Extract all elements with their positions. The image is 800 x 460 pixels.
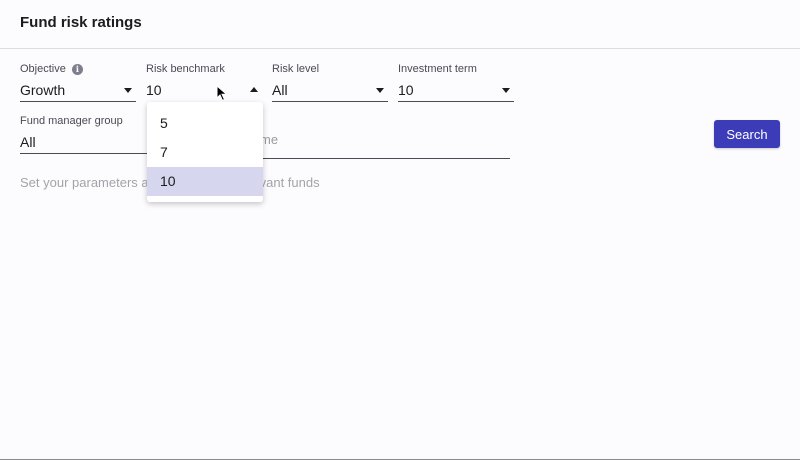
- risk-benchmark-field: Risk benchmark 10: [146, 62, 262, 102]
- risk-benchmark-label: Risk benchmark: [146, 63, 225, 75]
- investment-term-value: 10: [398, 82, 414, 98]
- chevron-down-icon: [124, 88, 132, 93]
- fund-manager-group-value: All: [20, 134, 36, 150]
- fund-risk-ratings-page: Fund risk ratings Objective i Growth Ris…: [0, 0, 800, 460]
- objective-value: Growth: [20, 82, 66, 98]
- dropdown-option-10[interactable]: 10: [147, 167, 263, 196]
- dropdown-option-7[interactable]: 7: [147, 138, 263, 167]
- objective-label-text: Objective: [20, 63, 66, 75]
- chevron-down-icon: [376, 88, 384, 93]
- mouse-cursor-icon: [216, 85, 228, 102]
- risk-benchmark-dropdown: 5 7 10: [147, 102, 263, 202]
- risk-level-label: Risk level: [272, 63, 320, 75]
- page-title: Fund risk ratings: [20, 14, 142, 31]
- search-button[interactable]: Search: [714, 120, 780, 148]
- objective-select[interactable]: Growth: [20, 81, 136, 102]
- risk-benchmark-select[interactable]: 10: [146, 81, 262, 102]
- header-divider: [0, 48, 800, 49]
- info-icon[interactable]: i: [71, 63, 83, 75]
- risk-level-value: All: [272, 82, 288, 98]
- risk-benchmark-value: 10: [146, 82, 162, 98]
- hint-text-right: vant funds: [259, 175, 320, 190]
- investment-term-select[interactable]: 10: [398, 81, 514, 102]
- hint-text-left: Set your parameters a: [20, 175, 149, 190]
- fund-name-input[interactable]: me: [260, 129, 510, 159]
- objective-field: Objective i Growth: [20, 62, 136, 102]
- investment-term-field: Investment term 10: [398, 62, 514, 102]
- risk-level-select[interactable]: All: [272, 81, 388, 102]
- risk-level-field: Risk level All: [272, 62, 388, 102]
- investment-term-label: Investment term: [398, 63, 477, 75]
- dropdown-option-5[interactable]: 5: [147, 109, 263, 138]
- chevron-down-icon: [502, 88, 510, 93]
- objective-label: Objective i: [20, 62, 136, 76]
- chevron-up-icon: [250, 87, 258, 92]
